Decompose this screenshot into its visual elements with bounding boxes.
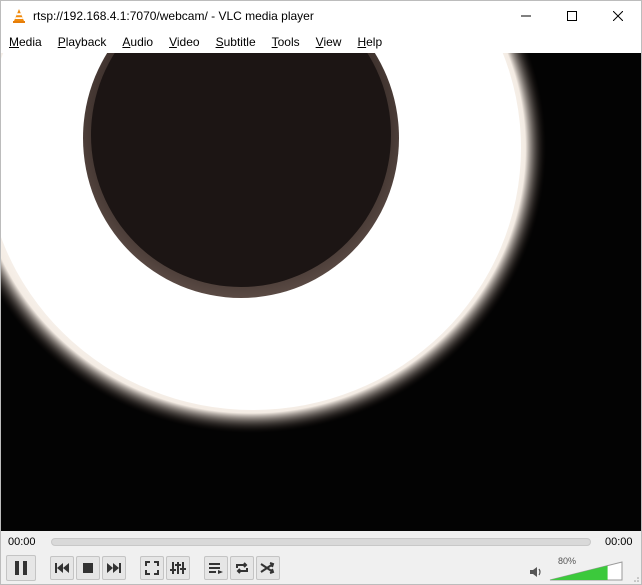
- volume-percent: 80%: [558, 556, 577, 566]
- menu-help-mnemonic: H: [357, 35, 367, 49]
- next-button[interactable]: [102, 556, 126, 580]
- menu-playback-mnemonic: P: [57, 35, 66, 49]
- menu-help-label: elp: [366, 35, 383, 49]
- seek-slider[interactable]: [51, 538, 591, 546]
- resize-grip-icon[interactable]: [631, 574, 639, 582]
- menu-tools-label: ools: [277, 35, 300, 49]
- elapsed-time: 00:00: [8, 536, 36, 548]
- pause-icon: [15, 561, 27, 575]
- stop-icon: [83, 563, 93, 573]
- menu-view[interactable]: View: [308, 31, 350, 53]
- menu-view-label: iew: [323, 35, 342, 49]
- menu-playback-label: layback: [65, 35, 107, 49]
- menu-bar: Media Playback Audio Video Subtitle Tool…: [1, 31, 641, 53]
- minimize-button[interactable]: [503, 1, 549, 31]
- pause-button[interactable]: [6, 555, 36, 581]
- stop-button[interactable]: [76, 556, 100, 580]
- playlist-button[interactable]: [204, 556, 228, 580]
- close-button[interactable]: [595, 1, 641, 31]
- total-time: 00:00: [605, 536, 633, 548]
- menu-video[interactable]: Video: [161, 31, 207, 53]
- fullscreen-button[interactable]: [140, 556, 164, 580]
- video-frame: [1, 53, 641, 531]
- maximize-icon: [567, 11, 577, 21]
- menu-video-label: ideo: [176, 35, 200, 49]
- video-output[interactable]: [1, 53, 641, 531]
- controls-bar: [1, 553, 641, 584]
- seek-row: 00:00 00:00: [1, 531, 641, 553]
- shuffle-icon: [260, 562, 275, 574]
- vlc-cone-icon: [13, 9, 25, 23]
- menu-video-mnemonic: V: [169, 35, 177, 49]
- menu-media-mnemonic: M: [9, 35, 19, 49]
- menu-help[interactable]: Help: [349, 31, 390, 53]
- loop-icon: [236, 562, 248, 574]
- maximize-button[interactable]: [549, 1, 595, 31]
- fullscreen-icon: [145, 561, 159, 575]
- close-icon: [613, 11, 623, 21]
- skip-next-icon: [107, 563, 121, 573]
- shuffle-button[interactable]: [256, 556, 280, 580]
- speaker-icon[interactable]: [529, 566, 543, 578]
- window-controls: [503, 1, 641, 31]
- previous-button[interactable]: [50, 556, 74, 580]
- title-bar: rtsp://192.168.4.1:7070/webcam/ - VLC me…: [1, 1, 641, 31]
- menu-media[interactable]: Media: [1, 31, 50, 53]
- minimize-icon: [521, 15, 531, 17]
- menu-playback[interactable]: Playback: [50, 31, 115, 53]
- menu-subtitle-label: ubtitle: [223, 35, 256, 49]
- extended-settings-button[interactable]: [166, 556, 190, 580]
- window-title: rtsp://192.168.4.1:7070/webcam/ - VLC me…: [33, 9, 314, 23]
- playlist-icon: [209, 563, 223, 574]
- menu-audio-label: udio: [130, 35, 154, 49]
- menu-audio[interactable]: Audio: [114, 31, 161, 53]
- menu-subtitle[interactable]: Subtitle: [208, 31, 264, 53]
- loop-button[interactable]: [230, 556, 254, 580]
- skip-previous-icon: [55, 563, 69, 573]
- vlc-window: rtsp://192.168.4.1:7070/webcam/ - VLC me…: [0, 0, 642, 585]
- menu-media-label: edia: [19, 35, 42, 49]
- equalizer-icon: [170, 562, 186, 574]
- menu-subtitle-mnemonic: S: [215, 35, 224, 49]
- menu-tools[interactable]: Tools: [264, 31, 308, 53]
